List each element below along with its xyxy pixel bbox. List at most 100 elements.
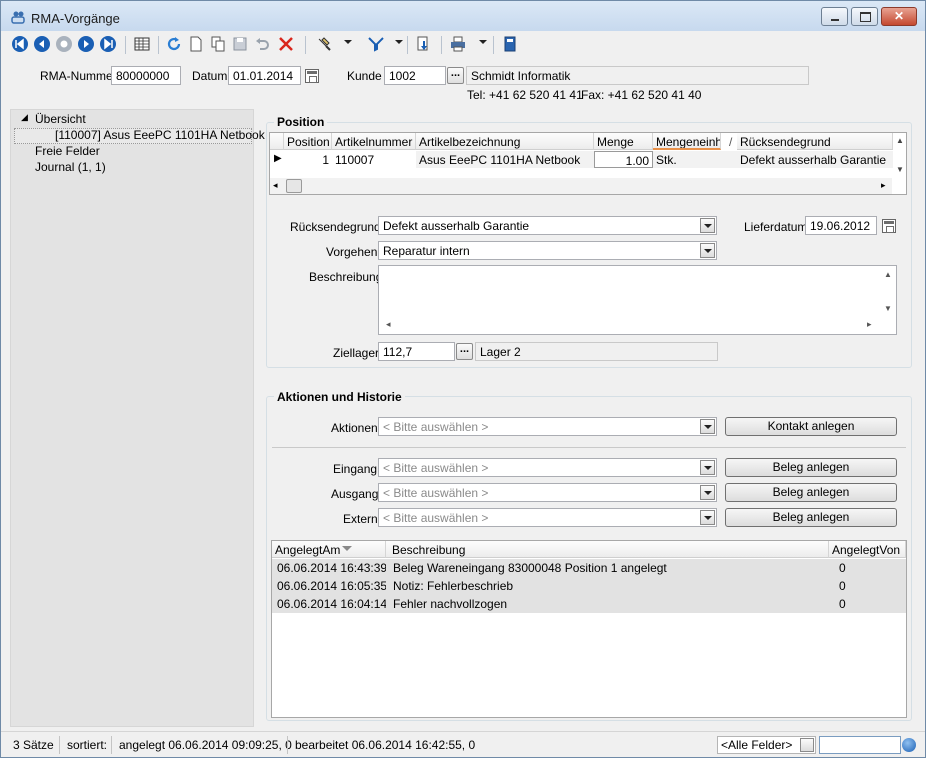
delivery-date-field[interactable]: 19.06.2012 [805,216,877,235]
history-created-at: 06.06.2014 16:04:14 [277,597,386,611]
undo-icon[interactable] [253,35,271,53]
date-field[interactable]: 01.01.2014 [228,66,301,85]
stop-icon[interactable] [55,35,73,53]
calendar-icon[interactable] [305,69,319,83]
storage-lookup-button[interactable]: ... [456,343,473,360]
chevron-down-icon[interactable] [800,738,814,752]
scroll-down-icon[interactable]: ▼ [884,304,892,313]
new-icon[interactable] [187,35,205,53]
sort-down-icon [342,546,352,551]
scroll-left-icon[interactable]: ◂ [273,180,278,191]
outgoing-placeholder: < Bitte auswählen > [383,486,489,500]
chevron-down-icon[interactable] [700,218,715,233]
delete-icon[interactable] [277,35,295,53]
scroll-left-icon[interactable]: ◂ [386,319,391,330]
target-storage-field[interactable]: 112,7 [378,342,455,361]
return-reason-select[interactable]: Defekt ausserhalb Garantie [378,216,717,235]
attachment-icon[interactable] [415,35,433,53]
column-article-name[interactable]: Artikelbezeichnung [416,133,594,150]
incoming-label: Eingang [333,462,378,476]
navigation-tree: ◢ Übersicht [110007] Asus EeePC 1101HA N… [10,109,265,727]
users-icon [11,11,25,24]
refresh-icon[interactable] [165,35,183,53]
cell-article-number[interactable]: 110007 [332,151,416,168]
list-view-icon[interactable] [133,35,151,53]
maximize-button[interactable] [851,7,878,26]
create-external-document-button[interactable]: Beleg anlegen [725,508,897,527]
scroll-up-icon[interactable]: ▲ [884,270,892,279]
history-created-by: 0 [839,561,846,575]
history-created-by: 0 [839,579,846,593]
book-icon[interactable] [501,35,519,53]
incoming-placeholder: < Bitte auswählen > [383,461,489,475]
cell-return-reason[interactable]: Defekt ausserhalb Garantie [737,151,893,168]
column-created-at[interactable]: AngelegtAm [272,541,386,558]
chevron-down-icon[interactable] [700,485,715,500]
create-outgoing-document-button[interactable]: Beleg anlegen [725,483,897,502]
actions-select[interactable]: < Bitte auswählen > [378,417,717,436]
chevron-down-icon[interactable] [700,243,715,258]
chevron-down-icon[interactable] [700,419,715,434]
external-select[interactable]: < Bitte auswählen > [378,508,717,527]
calendar-icon[interactable] [882,219,896,233]
status-bar: 3 Sätze sortiert: angelegt 06.06.2014 09… [1,731,925,757]
tree-item-journal[interactable]: Journal (1, 1) [35,160,106,174]
current-row-icon: ▶ [274,153,282,164]
sort-indicator: / [729,135,733,149]
rma-number-field[interactable]: 80000000 [111,66,181,85]
cell-unit[interactable]: Stk. [653,151,737,168]
close-button[interactable]: ✕ [881,7,917,26]
column-created-by[interactable]: AngelegtVon [829,541,906,558]
scroll-up-icon[interactable]: ▲ [896,136,904,145]
print-icon[interactable] [449,35,467,53]
description-textarea[interactable] [378,265,897,335]
create-incoming-document-button[interactable]: Beleg anlegen [725,458,897,477]
column-position[interactable]: Position [284,133,332,150]
search-icon[interactable] [315,35,333,53]
copy-icon[interactable] [209,35,227,53]
created-info: angelegt 06.06.2014 09:09:25, 0 [119,738,292,752]
tree-item-free-fields[interactable]: Freie Felder [35,144,100,158]
column-return-reason[interactable]: Rücksendegrund [737,133,893,150]
record-count: 3 Sätze [13,738,54,752]
column-description[interactable]: Beschreibung [386,541,829,558]
scroll-right-icon[interactable]: ▸ [867,319,872,330]
actions-placeholder: < Bitte auswählen > [383,420,489,434]
column-quantity[interactable]: Menge [594,133,653,150]
incoming-select[interactable]: < Bitte auswählen > [378,458,717,477]
position-grid: Position Artikelnummer Artikelbezeichnun… [269,132,907,195]
cell-article-name[interactable]: Asus EeePC 1101HA Netbook [416,151,594,168]
customer-lookup-button[interactable]: ... [447,67,464,84]
field-filter-select[interactable]: <Alle Felder> [717,736,816,754]
scroll-right-icon[interactable]: ▸ [881,180,886,191]
create-contact-button[interactable]: Kontakt anlegen [725,417,897,436]
tree-item-overview[interactable]: Übersicht [35,112,86,126]
save-icon[interactable] [231,35,249,53]
column-article-number[interactable]: Artikelnummer [332,133,416,150]
horizontal-scrollbar[interactable] [270,178,892,194]
first-icon[interactable] [11,35,29,53]
chevron-down-icon[interactable] [700,460,715,475]
return-reason-label: Rücksendegrund [290,220,381,234]
customer-field[interactable]: 1002 [384,66,446,85]
cell-position[interactable]: 1 [284,151,332,168]
divider [272,447,906,448]
minimize-button[interactable] [821,7,848,26]
cell-quantity[interactable]: 1.00 [594,151,653,168]
column-unit[interactable]: Mengeneinheit [653,133,721,150]
scroll-down-icon[interactable]: ▼ [896,165,904,174]
collapse-icon[interactable]: ◢ [21,112,28,123]
tree-item-position[interactable]: [110007] Asus EeePC 1101HA Netbook [55,128,265,142]
filter-icon[interactable] [367,35,385,53]
last-icon[interactable] [99,35,117,53]
outgoing-select[interactable]: < Bitte auswählen > [378,483,717,502]
next-icon[interactable] [77,35,95,53]
previous-icon[interactable] [33,35,51,53]
scroll-thumb[interactable] [286,179,302,193]
actions-label: Aktionen [331,421,378,435]
procedure-select[interactable]: Reparatur intern [378,241,717,260]
chevron-down-icon[interactable] [700,510,715,525]
search-icon[interactable] [902,738,916,752]
search-input[interactable] [819,736,901,754]
history-created-by: 0 [839,597,846,611]
